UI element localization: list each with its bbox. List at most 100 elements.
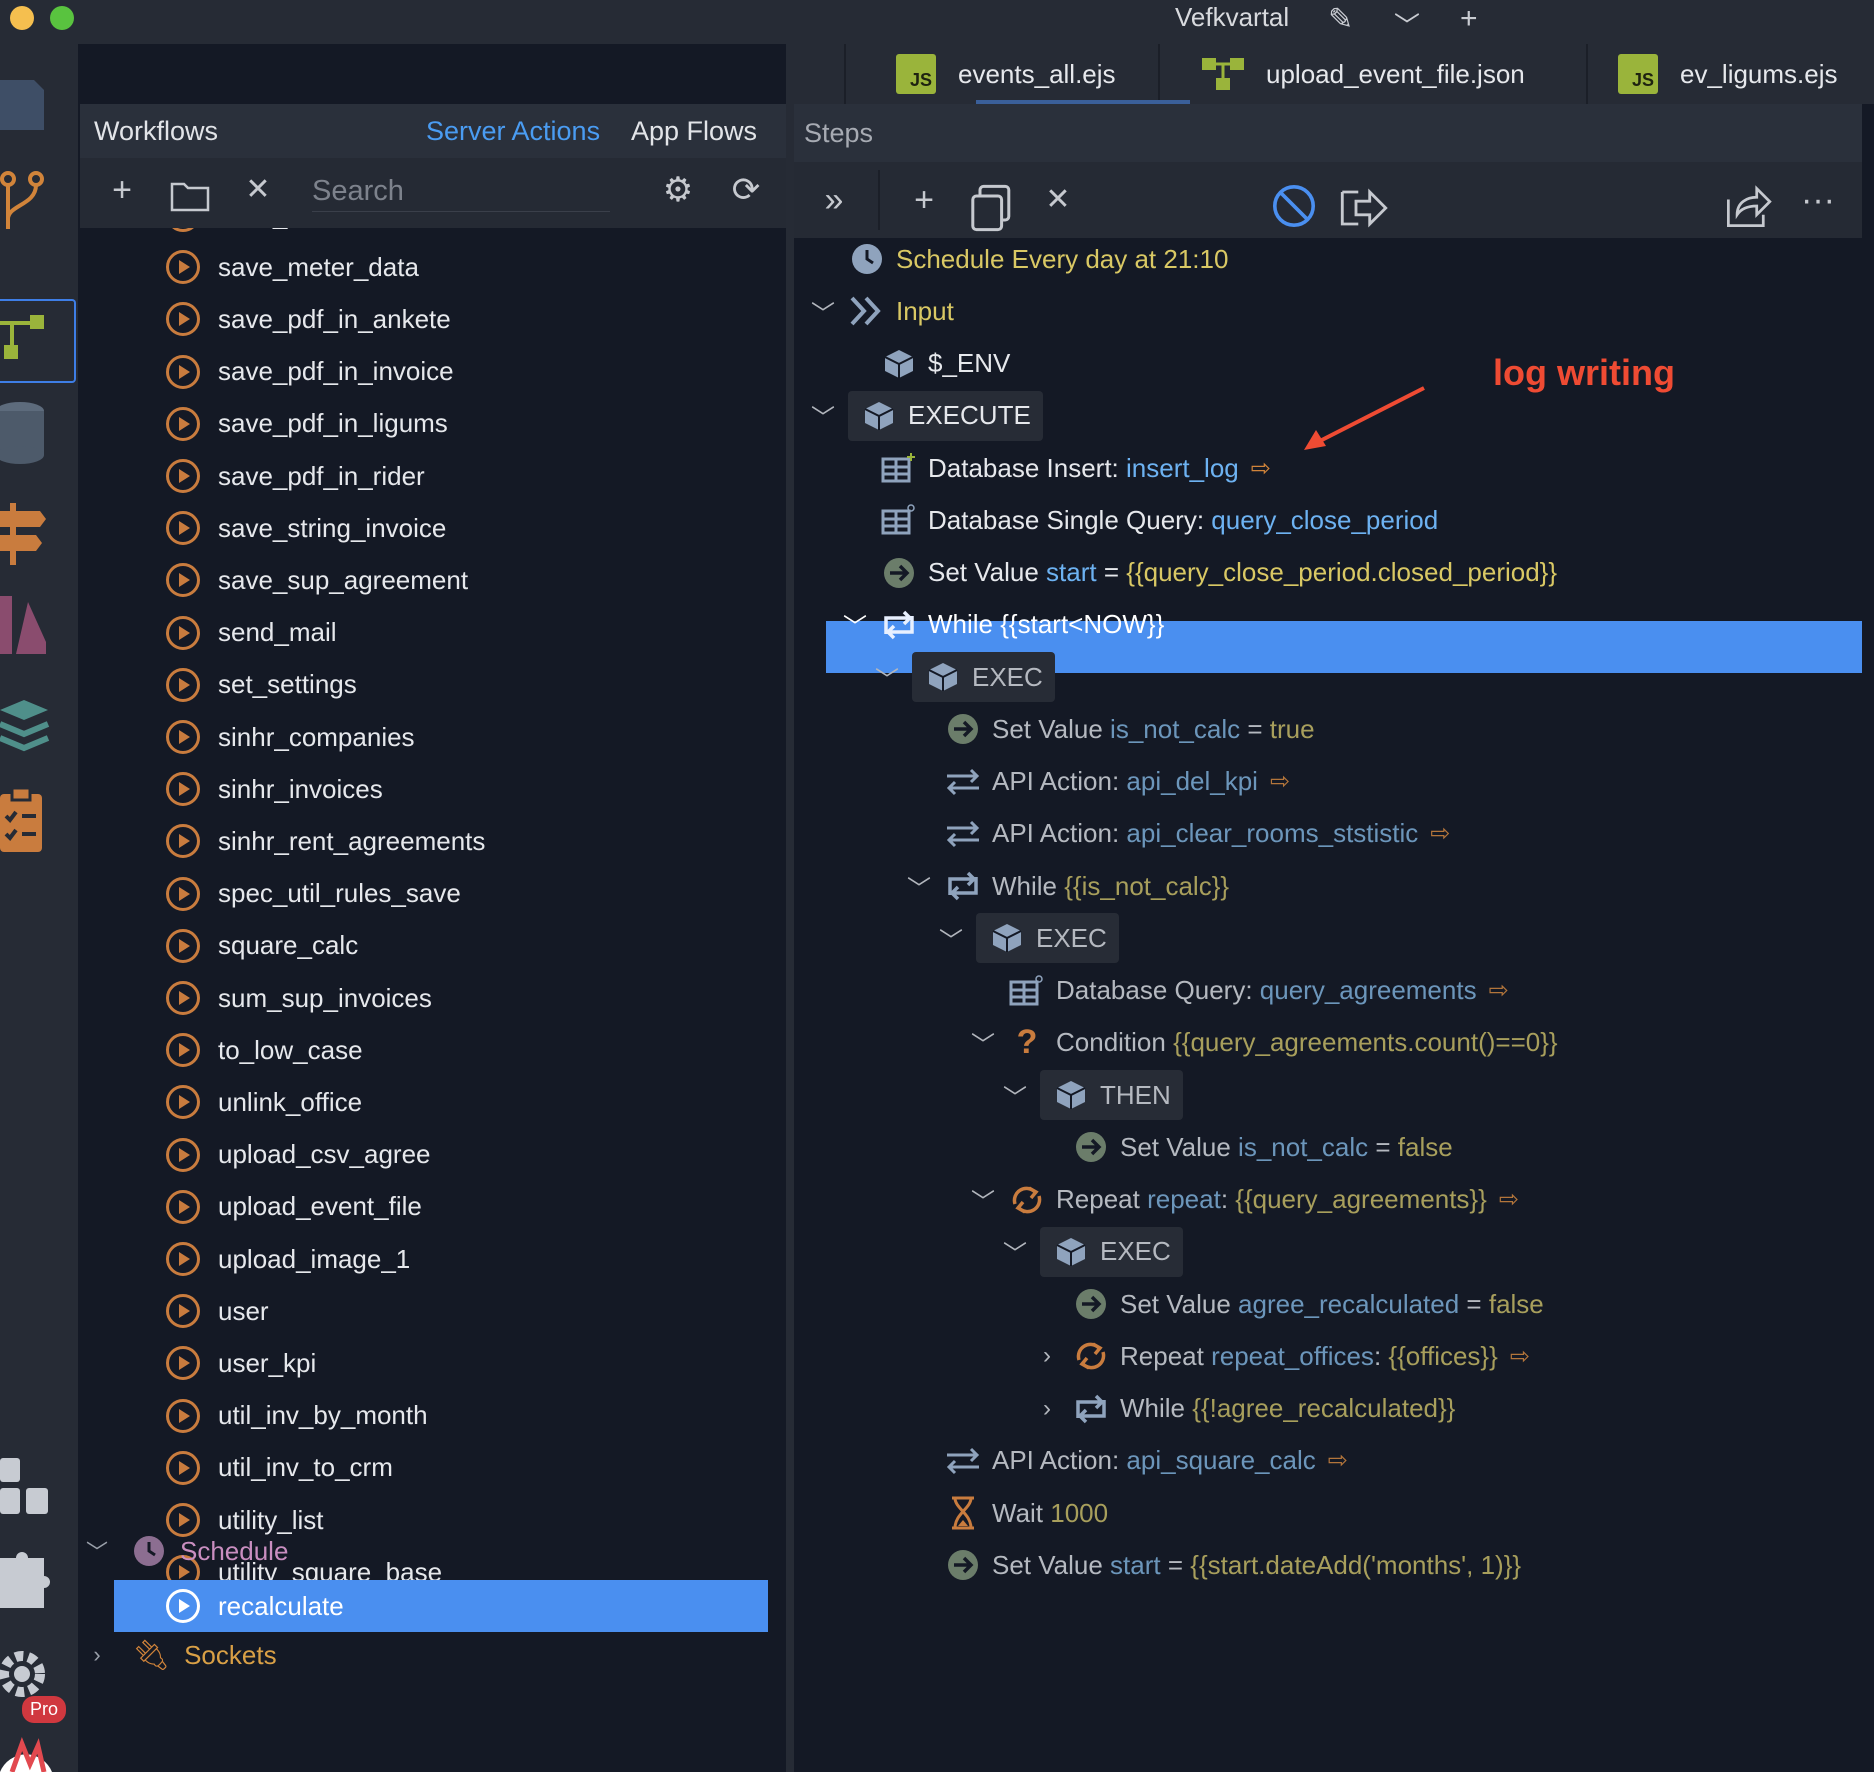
project-title[interactable]: Vefkvartal [1175, 2, 1289, 33]
step-exec[interactable]: EXEC [912, 652, 1055, 702]
list-item-recalculate[interactable]: recalculate [166, 1583, 344, 1629]
step-condition[interactable]: ? Condition {{query_agreements.count()==0… [1008, 1018, 1558, 1068]
open-external-icon[interactable]: ⇨ [1499, 1185, 1519, 1214]
layers-icon[interactable] [0, 692, 50, 758]
expand-all-icon[interactable]: » [810, 176, 858, 224]
chevron-down-icon[interactable]: ﹀ [1000, 1227, 1030, 1277]
step-db-single-query[interactable]: Database Single Query: query_close_perio… [880, 495, 1438, 545]
maximize-window-button[interactable] [50, 6, 74, 30]
chevron-down-icon[interactable]: ﹀ [936, 913, 966, 963]
step-while[interactable]: While {{!agree_recalculated}} [1072, 1384, 1455, 1434]
chevron-down-icon[interactable]: ﹀ [968, 1175, 998, 1225]
step-repeat[interactable]: Repeat repeat: {{query_agreements}} ⇨ [1008, 1175, 1519, 1225]
search-input[interactable] [312, 170, 610, 212]
list-item[interactable]: save_pdf_in_invoice [166, 349, 454, 395]
chevron-down-icon[interactable]: ﹀ [1394, 6, 1420, 43]
list-item[interactable]: util_inv_to_crm [166, 1445, 393, 1491]
step-set-value-start[interactable]: Set Value start = {{query_close_period.c… [880, 548, 1557, 598]
list-item[interactable]: save_string_invoice [166, 505, 446, 551]
list-item[interactable]: save_pdf_in_rider [166, 453, 425, 499]
step-api-action[interactable]: API Action: api_square_calc ⇨ [944, 1436, 1348, 1486]
step-while-start[interactable]: While {{start<NOW}} [880, 600, 1164, 650]
open-external-icon[interactable]: ⇨ [1251, 454, 1271, 483]
list-item[interactable]: util_inv_by_month [166, 1393, 428, 1439]
tab-server-actions[interactable]: Server Actions [426, 116, 600, 147]
step-then[interactable]: THEN [1040, 1070, 1183, 1120]
step-api-action[interactable]: API Action: api_del_kpi ⇨ [944, 757, 1290, 807]
group-schedule[interactable]: ﹀ Schedule [86, 1528, 288, 1574]
group-sockets[interactable]: › 🔌︎ Sockets [86, 1632, 276, 1678]
chevron-down-icon[interactable]: ﹀ [1000, 1070, 1030, 1120]
pencil-icon[interactable]: ✎ [1328, 2, 1353, 37]
chevron-down-icon[interactable]: ﹀ [904, 861, 934, 911]
tab-upload-event-file[interactable]: upload_event_file.json [1178, 44, 1525, 104]
list-item[interactable]: save_pdf_in_ankete [166, 296, 451, 342]
step-env[interactable]: $_ENV [880, 339, 1010, 389]
step-set-value[interactable]: Set Value start = {{start.dateAdd('month… [944, 1540, 1521, 1590]
tab-events-all[interactable]: JS events_all.ejs [872, 44, 1116, 104]
list-item[interactable]: set_settings [166, 662, 357, 708]
copy-icon[interactable] [968, 184, 1016, 232]
step-set-value[interactable]: Set Value is_not_calc = false [1072, 1122, 1453, 1172]
workflow-icon[interactable] [0, 309, 50, 369]
chevron-down-icon[interactable]: ﹀ [872, 652, 902, 702]
chevron-down-icon[interactable]: ﹀ [968, 1018, 998, 1068]
selected-workflow-row[interactable]: recalculate [114, 1580, 768, 1632]
tab-app-flows[interactable]: App Flows [631, 116, 757, 147]
open-external-icon[interactable]: ⇨ [1510, 1342, 1530, 1371]
settings-icon[interactable]: ⚙ [656, 168, 700, 212]
open-external-icon[interactable]: ⇨ [1270, 767, 1290, 796]
signpost-icon[interactable] [0, 499, 50, 569]
share-icon[interactable] [1724, 182, 1772, 230]
list-item[interactable]: square_calc [166, 923, 358, 969]
step-schedule[interactable]: Schedule Every day at 21:10 [848, 234, 1228, 284]
file-icon[interactable] [0, 74, 48, 134]
chevron-right-icon[interactable]: › [1032, 1384, 1062, 1434]
list-item[interactable]: sum_sup_invoices [166, 975, 432, 1021]
open-external-icon[interactable]: ⇨ [1328, 1446, 1348, 1475]
step-set-value[interactable]: Set Value agree_recalculated = false [1072, 1279, 1544, 1329]
list-item[interactable]: save_meter [166, 228, 354, 238]
add-step-icon[interactable]: + [900, 176, 948, 224]
list-item[interactable]: sinhr_rent_agreements [166, 818, 485, 864]
delete-step-icon[interactable]: ✕ [1034, 176, 1082, 224]
panel-divider[interactable] [786, 44, 794, 1772]
list-item[interactable]: save_meter_data [166, 244, 419, 290]
list-item[interactable]: save_pdf_in_ligums [166, 401, 448, 447]
list-item[interactable]: save_sup_agreement [166, 557, 468, 603]
open-external-icon[interactable]: ⇨ [1489, 976, 1509, 1005]
list-item[interactable]: send_mail [166, 610, 337, 656]
step-while[interactable]: While {{is_not_calc}} [944, 861, 1229, 911]
step-exec[interactable]: EXEC [1040, 1226, 1183, 1277]
add-icon[interactable]: + [100, 168, 144, 212]
step-repeat[interactable]: Repeat repeat_offices: {{offices}} ⇨ [1072, 1331, 1530, 1381]
step-exec[interactable]: EXEC [976, 913, 1119, 964]
open-external-icon[interactable]: ⇨ [1430, 819, 1450, 848]
list-item[interactable]: spec_util_rules_save [166, 871, 461, 917]
chevron-right-icon[interactable]: › [1032, 1331, 1062, 1381]
step-execute[interactable]: EXECUTE [848, 390, 1043, 441]
list-item[interactable]: upload_event_file [166, 1184, 422, 1230]
folder-icon[interactable] [168, 180, 212, 212]
refresh-icon[interactable]: ⟳ [724, 168, 768, 212]
more-options-icon[interactable]: ··· [1794, 176, 1842, 224]
clipboard-icon[interactable] [0, 784, 46, 856]
step-api-action[interactable]: API Action: api_clear_rooms_ststistic ⇨ [944, 809, 1450, 859]
step-set-value[interactable]: Set Value is_not_calc = true [944, 704, 1315, 754]
step-wait[interactable]: Wait 1000 [944, 1488, 1108, 1538]
list-item[interactable]: upload_csv_agree [166, 1132, 431, 1178]
database-icon[interactable] [0, 399, 48, 469]
minimize-window-button[interactable] [10, 6, 34, 30]
disable-icon[interactable] [1270, 182, 1318, 230]
step-db-insert[interactable]: Database Insert: insert_log ⇨ [880, 443, 1271, 493]
app-logo-icon[interactable] [0, 1734, 56, 1772]
export-step-icon[interactable] [1340, 184, 1388, 232]
library-icon[interactable] [0, 592, 50, 658]
step-input[interactable]: Input [848, 286, 954, 336]
step-db-query[interactable]: Database Query: query_agreements ⇨ [1008, 966, 1509, 1016]
list-item[interactable]: user_kpi [166, 1340, 316, 1386]
puzzle-icon[interactable] [0, 1550, 50, 1614]
branch-icon[interactable] [0, 169, 48, 239]
chevron-down-icon[interactable]: ﹀ [808, 391, 838, 441]
list-item[interactable]: sinhr_companies [166, 714, 415, 760]
